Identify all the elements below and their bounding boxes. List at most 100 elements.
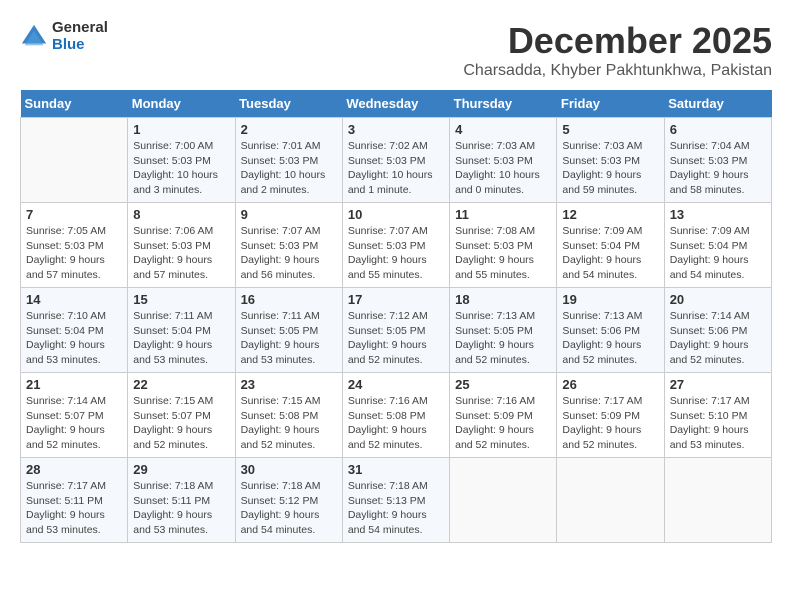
day-info: Sunrise: 7:07 AMSunset: 5:03 PMDaylight:… <box>241 224 337 283</box>
calendar-cell: 4Sunrise: 7:03 AMSunset: 5:03 PMDaylight… <box>450 118 557 203</box>
day-info: Sunrise: 7:03 AMSunset: 5:03 PMDaylight:… <box>455 139 551 198</box>
day-info: Sunrise: 7:11 AMSunset: 5:05 PMDaylight:… <box>241 309 337 368</box>
calendar-cell: 9 Sunrise: 7:07 AMSunset: 5:03 PMDaylight… <box>235 203 342 288</box>
weekday-header-sunday: Sunday <box>21 90 128 118</box>
calendar-cell: 29Sunrise: 7:18 AMSunset: 5:11 PMDayligh… <box>128 458 235 543</box>
day-info: Sunrise: 7:05 AMSunset: 5:03 PMDaylight:… <box>26 224 122 283</box>
calendar-cell: 18 Sunrise: 7:13 AMSunset: 5:05 PMDayligh… <box>450 288 557 373</box>
calendar-cell: 13Sunrise: 7:09 AMSunset: 5:04 PMDayligh… <box>664 203 771 288</box>
calendar-cell: 28 Sunrise: 7:17 AMSunset: 5:11 PMDayligh… <box>21 458 128 543</box>
day-number: 2 <box>241 122 337 137</box>
day-number: 17 <box>348 292 444 307</box>
day-info: Sunrise: 7:06 AMSunset: 5:03 PMDaylight:… <box>133 224 229 283</box>
day-number: 18 <box>455 292 551 307</box>
day-number: 31 <box>348 462 444 477</box>
day-info: Sunrise: 7:15 AMSunset: 5:07 PMDaylight:… <box>133 394 229 453</box>
calendar-cell: 26Sunrise: 7:17 AMSunset: 5:09 PMDayligh… <box>557 373 664 458</box>
day-info: Sunrise: 7:13 AMSunset: 5:06 PMDaylight:… <box>562 309 658 368</box>
day-info: Sunrise: 7:13 AMSunset: 5:05 PMDaylight:… <box>455 309 551 368</box>
calendar-table: SundayMondayTuesdayWednesdayThursdayFrid… <box>20 90 772 543</box>
day-info: Sunrise: 7:14 AMSunset: 5:07 PMDaylight:… <box>26 394 122 453</box>
logo-general-text: General <box>52 20 108 37</box>
calendar-cell: 23 Sunrise: 7:15 AMSunset: 5:08 PMDayligh… <box>235 373 342 458</box>
calendar-cell: 21 Sunrise: 7:14 AMSunset: 5:07 PMDayligh… <box>21 373 128 458</box>
logo-icon <box>20 23 48 51</box>
day-info: Sunrise: 7:10 AMSunset: 5:04 PMDaylight:… <box>26 309 122 368</box>
calendar-cell: 8 Sunrise: 7:06 AMSunset: 5:03 PMDaylight… <box>128 203 235 288</box>
weekday-header-thursday: Thursday <box>450 90 557 118</box>
calendar-week-5: 28 Sunrise: 7:17 AMSunset: 5:11 PMDayligh… <box>21 458 772 543</box>
day-info: Sunrise: 7:18 AMSunset: 5:11 PMDaylight:… <box>133 479 229 538</box>
day-number: 16 <box>241 292 337 307</box>
day-info: Sunrise: 7:11 AMSunset: 5:04 PMDaylight:… <box>133 309 229 368</box>
calendar-cell: 19 Sunrise: 7:13 AMSunset: 5:06 PMDayligh… <box>557 288 664 373</box>
calendar-cell: 11Sunrise: 7:08 AMSunset: 5:03 PMDayligh… <box>450 203 557 288</box>
day-number: 27 <box>670 377 766 392</box>
logo: General Blue <box>20 20 108 53</box>
day-info: Sunrise: 7:15 AMSunset: 5:08 PMDaylight:… <box>241 394 337 453</box>
day-number: 22 <box>133 377 229 392</box>
day-number: 10 <box>348 207 444 222</box>
calendar-cell: 10 Sunrise: 7:07 AMSunset: 5:03 PMDayligh… <box>342 203 449 288</box>
calendar-cell: 27 Sunrise: 7:17 AMSunset: 5:10 PMDayligh… <box>664 373 771 458</box>
calendar-cell: 15 Sunrise: 7:11 AMSunset: 5:04 PMDayligh… <box>128 288 235 373</box>
day-number: 5 <box>562 122 658 137</box>
calendar-week-2: 7 Sunrise: 7:05 AMSunset: 5:03 PMDaylight… <box>21 203 772 288</box>
calendar-cell: 2 Sunrise: 7:01 AMSunset: 5:03 PMDaylight… <box>235 118 342 203</box>
day-number: 9 <box>241 207 337 222</box>
day-info: Sunrise: 7:03 AMSunset: 5:03 PMDaylight:… <box>562 139 658 198</box>
day-info: Sunrise: 7:12 AMSunset: 5:05 PMDaylight:… <box>348 309 444 368</box>
day-number: 28 <box>26 462 122 477</box>
weekday-header-row: SundayMondayTuesdayWednesdayThursdayFrid… <box>21 90 772 118</box>
day-number: 14 <box>26 292 122 307</box>
day-number: 30 <box>241 462 337 477</box>
day-info: Sunrise: 7:16 AMSunset: 5:08 PMDaylight:… <box>348 394 444 453</box>
location-title: Charsadda, Khyber Pakhtunkhwa, Pakistan <box>463 62 772 80</box>
calendar-cell: 20Sunrise: 7:14 AMSunset: 5:06 PMDayligh… <box>664 288 771 373</box>
day-info: Sunrise: 7:17 AMSunset: 5:11 PMDaylight:… <box>26 479 122 538</box>
calendar-cell: 12Sunrise: 7:09 AMSunset: 5:04 PMDayligh… <box>557 203 664 288</box>
calendar-cell: 30 Sunrise: 7:18 AMSunset: 5:12 PMDayligh… <box>235 458 342 543</box>
day-info: Sunrise: 7:17 AMSunset: 5:10 PMDaylight:… <box>670 394 766 453</box>
weekday-header-monday: Monday <box>128 90 235 118</box>
day-info: Sunrise: 7:07 AMSunset: 5:03 PMDaylight:… <box>348 224 444 283</box>
weekday-header-tuesday: Tuesday <box>235 90 342 118</box>
weekday-header-friday: Friday <box>557 90 664 118</box>
day-number: 19 <box>562 292 658 307</box>
calendar-cell <box>557 458 664 543</box>
calendar-week-3: 14 Sunrise: 7:10 AMSunset: 5:04 PMDayligh… <box>21 288 772 373</box>
day-info: Sunrise: 7:08 AMSunset: 5:03 PMDaylight:… <box>455 224 551 283</box>
calendar-cell: 6 Sunrise: 7:04 AMSunset: 5:03 PMDaylight… <box>664 118 771 203</box>
day-info: Sunrise: 7:00 AMSunset: 5:03 PMDaylight:… <box>133 139 229 198</box>
calendar-body: 1 Sunrise: 7:00 AMSunset: 5:03 PMDaylight… <box>21 118 772 543</box>
day-info: Sunrise: 7:02 AMSunset: 5:03 PMDaylight:… <box>348 139 444 198</box>
day-info: Sunrise: 7:09 AMSunset: 5:04 PMDaylight:… <box>562 224 658 283</box>
day-number: 21 <box>26 377 122 392</box>
calendar-cell: 22 Sunrise: 7:15 AMSunset: 5:07 PMDayligh… <box>128 373 235 458</box>
day-number: 1 <box>133 122 229 137</box>
day-number: 20 <box>670 292 766 307</box>
logo-blue-text: Blue <box>52 37 108 54</box>
day-number: 7 <box>26 207 122 222</box>
page-header: General Blue December 2025 Charsadda, Kh… <box>20 20 772 80</box>
day-number: 13 <box>670 207 766 222</box>
weekday-header-saturday: Saturday <box>664 90 771 118</box>
day-info: Sunrise: 7:16 AMSunset: 5:09 PMDaylight:… <box>455 394 551 453</box>
weekday-header-wednesday: Wednesday <box>342 90 449 118</box>
day-info: Sunrise: 7:04 AMSunset: 5:03 PMDaylight:… <box>670 139 766 198</box>
day-number: 15 <box>133 292 229 307</box>
day-number: 23 <box>241 377 337 392</box>
day-number: 25 <box>455 377 551 392</box>
day-number: 6 <box>670 122 766 137</box>
calendar-cell: 24Sunrise: 7:16 AMSunset: 5:08 PMDayligh… <box>342 373 449 458</box>
calendar-cell <box>450 458 557 543</box>
calendar-cell: 3 Sunrise: 7:02 AMSunset: 5:03 PMDaylight… <box>342 118 449 203</box>
day-number: 8 <box>133 207 229 222</box>
day-info: Sunrise: 7:18 AMSunset: 5:12 PMDaylight:… <box>241 479 337 538</box>
month-title: December 2025 <box>463 20 772 62</box>
calendar-cell <box>21 118 128 203</box>
day-info: Sunrise: 7:01 AMSunset: 5:03 PMDaylight:… <box>241 139 337 198</box>
calendar-week-1: 1 Sunrise: 7:00 AMSunset: 5:03 PMDaylight… <box>21 118 772 203</box>
calendar-cell: 1 Sunrise: 7:00 AMSunset: 5:03 PMDaylight… <box>128 118 235 203</box>
day-number: 3 <box>348 122 444 137</box>
